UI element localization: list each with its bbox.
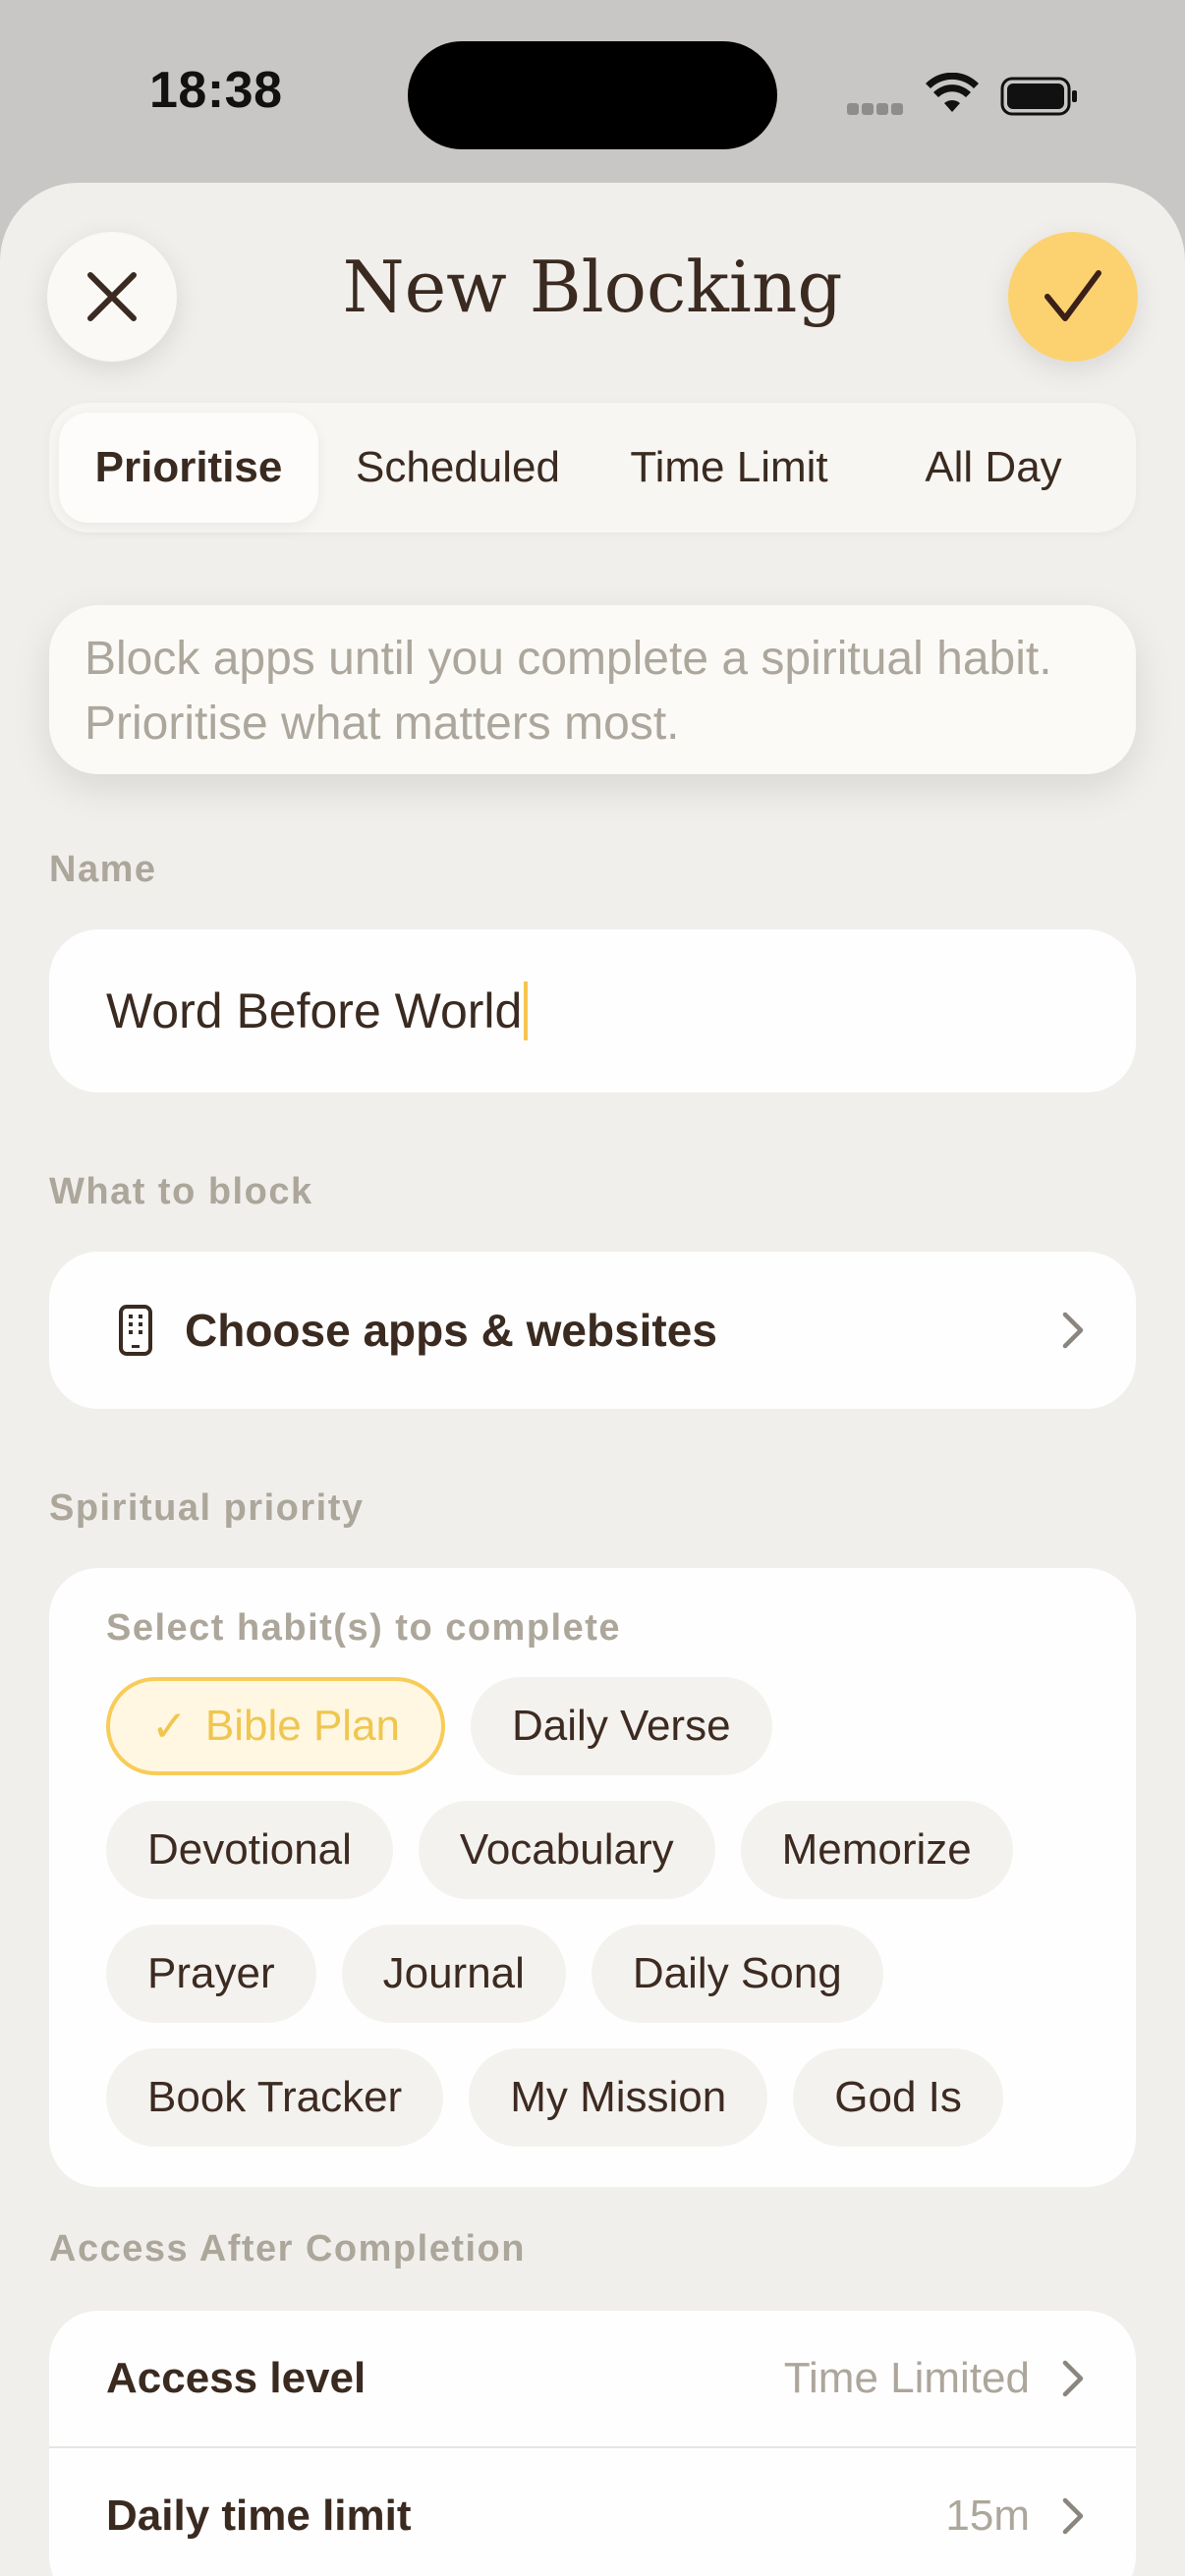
habit-chip-my-mission[interactable]: My Mission — [469, 2048, 768, 2147]
habit-chip-devotional[interactable]: Devotional — [106, 1801, 393, 1899]
name-input[interactable]: Word Before World — [49, 929, 1136, 1092]
name-input-value: Word Before World — [106, 983, 523, 1038]
chevron-right-icon — [1062, 1312, 1084, 1349]
text-caret — [524, 981, 529, 1040]
name-section-label: Name — [49, 849, 157, 890]
confirm-button[interactable] — [1008, 232, 1138, 362]
priority-section-label: Spiritual priority — [49, 1487, 365, 1529]
page-title: New Blocking — [342, 246, 843, 328]
daily-time-limit-value: 15m — [945, 2492, 1030, 2540]
tab-prioritise[interactable]: Prioritise — [59, 413, 318, 523]
habit-chip-daily-verse[interactable]: Daily Verse — [471, 1677, 772, 1775]
tab-scheduled[interactable]: Scheduled — [318, 413, 597, 523]
habit-chip-prayer[interactable]: Prayer — [106, 1925, 316, 2023]
status-bar: 18:38 — [0, 0, 1185, 187]
tab-all-day[interactable]: All Day — [861, 413, 1126, 523]
habit-chip-journal[interactable]: Journal — [341, 1925, 566, 2023]
cellular-signal-icon — [847, 102, 906, 120]
access-level-label: Access level — [106, 2354, 367, 2402]
phone-icon — [119, 1305, 152, 1356]
chevron-right-icon — [1062, 2360, 1084, 2397]
habit-chip-memorize[interactable]: Memorize — [740, 1801, 1013, 1899]
checkmark-icon — [1044, 270, 1101, 321]
battery-icon — [1000, 77, 1077, 116]
habit-chip-vocabulary[interactable]: Vocabulary — [418, 1801, 715, 1899]
tab-time-limit[interactable]: Time Limit — [597, 413, 861, 523]
daily-time-limit-row[interactable]: Daily time limit 15m — [49, 2448, 1136, 2576]
access-settings: Access level Time Limited Daily time lim… — [49, 2311, 1136, 2576]
block-section-label: What to block — [49, 1171, 313, 1212]
habit-chip-god-is[interactable]: God Is — [793, 2048, 1003, 2147]
daily-time-limit-label: Daily time limit — [106, 2492, 412, 2540]
wifi-icon — [926, 73, 979, 112]
habit-selector: Select habit(s) to complete ✓ Bible Plan … — [49, 1568, 1136, 2187]
choose-apps-label: Choose apps & websites — [185, 1305, 717, 1356]
habit-chip-book-tracker[interactable]: Book Tracker — [106, 2048, 444, 2147]
blocking-type-tabs: Prioritise Scheduled Time Limit All Day — [49, 403, 1136, 532]
habit-chip-bible-plan[interactable]: ✓ Bible Plan — [106, 1677, 446, 1775]
new-blocking-sheet: New Blocking Prioritise Scheduled Time L… — [0, 183, 1185, 2576]
status-time: 18:38 — [149, 62, 283, 119]
habit-selector-subtitle: Select habit(s) to complete — [106, 1607, 622, 1649]
dynamic-island — [408, 41, 777, 149]
access-level-value: Time Limited — [783, 2354, 1030, 2402]
access-level-row[interactable]: Access level Time Limited — [49, 2311, 1136, 2446]
choose-apps-button[interactable]: Choose apps & websites — [49, 1252, 1136, 1409]
chevron-right-icon — [1062, 2497, 1084, 2535]
habit-chips: ✓ Bible Plan Daily Verse Devotional Vocab… — [106, 1677, 1079, 2147]
check-icon: ✓ — [151, 1702, 188, 1751]
mode-description: Block apps until you complete a spiritua… — [49, 605, 1136, 774]
habit-chip-daily-song[interactable]: Daily Song — [591, 1925, 883, 2023]
access-section-label: Access After Completion — [49, 2228, 526, 2269]
